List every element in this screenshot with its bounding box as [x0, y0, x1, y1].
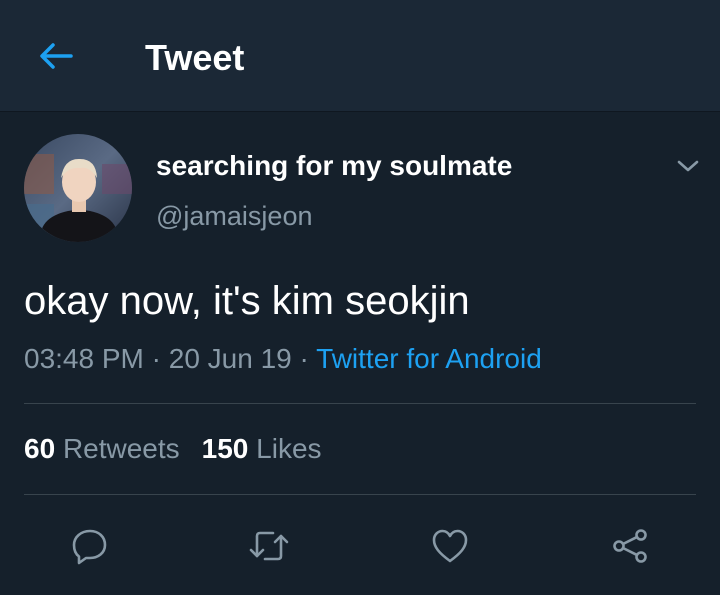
tweet-options-button[interactable] [672, 150, 704, 182]
page-title: Tweet [145, 37, 245, 78]
meta-separator: · [143, 343, 169, 374]
top-bar: Tweet [0, 0, 720, 112]
action-bar [0, 518, 720, 578]
like-button[interactable] [422, 518, 478, 574]
retweet-icon [249, 531, 289, 561]
likes-label: Likes [256, 433, 322, 464]
avatar[interactable] [24, 134, 132, 242]
share-icon [613, 529, 647, 563]
tweet-stats: 60 Retweets 150 Likes [24, 432, 322, 466]
divider [24, 494, 696, 495]
share-button[interactable] [602, 518, 658, 574]
reply-button[interactable] [62, 518, 118, 574]
retweets-label: Retweets [62, 433, 180, 464]
retweets-stat[interactable]: 60 Retweets [24, 433, 180, 464]
retweets-count: 60 [24, 433, 56, 464]
arrow-left-icon [40, 43, 73, 69]
divider [24, 403, 696, 404]
back-button[interactable] [34, 38, 78, 74]
tweet-source-link[interactable]: Twitter for Android [316, 343, 542, 374]
meta-separator: · [291, 343, 317, 374]
tweet-text: okay now, it's kim seokjin [24, 279, 470, 323]
heart-icon [432, 529, 468, 563]
tweet-date: 20 Jun 19 [168, 343, 292, 374]
retweet-button[interactable] [241, 518, 297, 574]
author-display-name[interactable]: searching for my soulmate [156, 150, 512, 182]
likes-stat[interactable]: 150 Likes [202, 433, 322, 464]
reply-icon [72, 529, 107, 565]
tweet-meta: 03:48 PM · 20 Jun 19 · Twitter for Andro… [24, 342, 542, 376]
chevron-down-icon [677, 160, 699, 172]
author-handle[interactable]: @jamaisjeon [156, 200, 312, 232]
likes-count: 150 [201, 433, 249, 464]
tweet-time: 03:48 PM [24, 343, 144, 374]
